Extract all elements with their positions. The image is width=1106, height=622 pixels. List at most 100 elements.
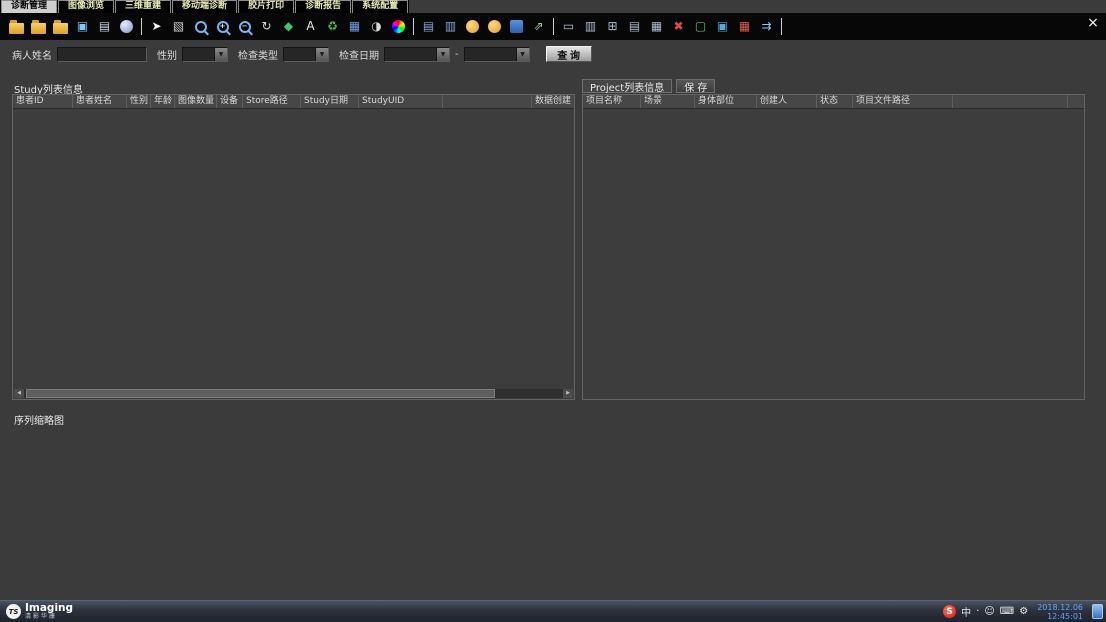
project-panel-title: Project列表信息 <box>582 79 672 93</box>
zoom-in-icon: + <box>217 21 229 33</box>
study-col-device: 设备 <box>217 95 243 108</box>
measure-coin-2-icon[interactable] <box>486 18 503 35</box>
project-table-header: 项目名称 场景 身体部位 创建人 状态 项目文件路径 <box>583 95 1084 109</box>
measure-coin-icon[interactable] <box>464 18 481 35</box>
rotate-icon[interactable]: ↻ <box>258 18 275 35</box>
exam-type-select-value <box>284 48 315 61</box>
exam-type-select[interactable]: ▼ <box>283 47 329 62</box>
study-col-image-count: 图像数量 <box>175 95 217 108</box>
date-from-select[interactable]: ▼ <box>384 47 450 62</box>
system-tray: S中 · ☺ ⌨ ⚙ 2018.12.06 12:45:01 <box>943 603 1106 621</box>
project-col-scene: 场景 <box>641 95 695 108</box>
layout-1x1-icon[interactable]: ▭ <box>560 18 577 35</box>
scroll-right-arrow-icon[interactable]: ▶ <box>563 389 573 398</box>
zoom-in-icon[interactable]: + <box>214 18 231 35</box>
reload-3d-icon[interactable]: ◆ <box>280 18 297 35</box>
color-wheel-icon[interactable] <box>390 18 407 35</box>
layout-grid-icon[interactable]: ▦ <box>648 18 665 35</box>
measure-coin-icon <box>466 20 479 33</box>
media-cd-icon <box>120 20 133 33</box>
chevron-down-icon[interactable]: ▼ <box>436 48 449 61</box>
gender-select[interactable]: ▼ <box>182 47 228 62</box>
open-study-folder-icon[interactable] <box>30 18 47 35</box>
date-to-select[interactable]: ▼ <box>464 47 530 62</box>
taskbar-clock[interactable]: 2018.12.06 12:45:01 <box>1037 603 1083 621</box>
soft-keyboard-icon[interactable]: ⌨ <box>1000 606 1014 617</box>
notebook-icon[interactable] <box>508 18 525 35</box>
image-viewer-icon[interactable]: ▣ <box>74 18 91 35</box>
toolbar-separator <box>781 18 782 35</box>
notebook-icon <box>510 20 523 33</box>
toolbar-group: ➤ ▧ +−↻ ◆ A ♻ ▦ ◑ <box>148 18 407 35</box>
project-col-creator: 创建人 <box>757 95 817 108</box>
layout-rows-icon[interactable]: ▤ <box>626 18 643 35</box>
close-button[interactable]: × <box>1085 15 1101 31</box>
chinese-mode-icon[interactable]: 中 <box>961 604 971 619</box>
contrast-icon[interactable]: ◑ <box>368 18 385 35</box>
chevron-down-icon[interactable]: ▼ <box>516 48 529 61</box>
layout-2x2-icon[interactable]: ⊞ <box>604 18 621 35</box>
taskbar-time: 12:45:01 <box>1037 612 1083 621</box>
scrollbar-thumb[interactable] <box>26 389 495 398</box>
magnifier-icon[interactable] <box>192 18 209 35</box>
sogou-input-icon[interactable]: S <box>943 605 956 618</box>
tab-system-config[interactable]: 系统配置 <box>352 0 408 13</box>
annotation-icon[interactable]: A <box>302 18 319 35</box>
save-button[interactable]: 保 存 <box>676 79 715 93</box>
layout-columns-icon[interactable]: ▥ <box>442 18 459 35</box>
study-col-patient-name: 患者姓名 <box>73 95 127 108</box>
scroll-left-arrow-icon[interactable]: ◀ <box>14 389 24 398</box>
pointer-icon[interactable]: ➤ <box>148 18 165 35</box>
open-folder-icon[interactable] <box>8 18 25 35</box>
delete-series-icon[interactable]: ▦ <box>736 18 753 35</box>
export-image-icon[interactable]: ⇗ <box>530 18 547 35</box>
delete-study-icon[interactable]: ✖ <box>670 18 687 35</box>
fullscreen-icon[interactable]: ▢ <box>692 18 709 35</box>
measure-coin-2-icon <box>488 20 501 33</box>
scrollbar-track[interactable] <box>24 389 563 398</box>
study-list-panel: 患者ID 患者姓名 性别 年龄 图像数量 设备 Store路径 Study日期 … <box>12 94 575 400</box>
tile-pattern-icon[interactable]: ▦ <box>346 18 363 35</box>
exam-date-label: 检查日期 <box>339 47 379 62</box>
toolbox-icon[interactable]: ⚙ <box>1019 606 1028 617</box>
chevron-down-icon[interactable]: ▼ <box>214 48 227 61</box>
tab-diagnosis-management[interactable]: 诊断管理 <box>1 0 57 13</box>
study-col-gender: 性别 <box>127 95 151 108</box>
emoji-icon[interactable]: ☺ <box>984 606 994 617</box>
patient-name-input[interactable] <box>57 47 147 62</box>
screen-capture-icon[interactable]: ▣ <box>714 18 731 35</box>
toolbar-groups: ▣ ▤ ➤ ▧ +−↻ ◆ A ♻ ▦ ◑ ▤ ▥ ⇗ ▭ ▥ ⊞ ▤ ▦ ✖ ▢ ▣ ▦ ⇉ <box>8 18 788 35</box>
magnifier-icon <box>195 21 207 33</box>
study-col-data-created: 数据创建 <box>532 95 574 108</box>
media-cd-icon[interactable] <box>118 18 135 35</box>
project-panel-toolbar: Project列表信息 保 存 <box>582 79 715 93</box>
zoom-out-icon: − <box>239 21 251 33</box>
date-to-value <box>465 48 516 61</box>
crop-select-icon[interactable]: ▧ <box>170 18 187 35</box>
project-col-file-path: 项目文件路径 <box>853 95 953 108</box>
query-button[interactable]: 查 询 <box>546 46 592 62</box>
tab-film-print[interactable]: 胶片打印 <box>238 0 294 13</box>
tab-mobile-diagnosis[interactable]: 移动端诊断 <box>172 0 237 13</box>
series-thumbnail-area <box>12 424 1085 594</box>
layout-1x2-icon[interactable]: ▥ <box>582 18 599 35</box>
toolbar-separator <box>553 18 554 35</box>
project-header-end-cell <box>1068 95 1084 108</box>
study-horizontal-scrollbar: ◀ ▶ <box>14 389 573 398</box>
taskbar-edge-icon[interactable] <box>1092 604 1103 619</box>
exam-type-label: 检查类型 <box>238 47 278 62</box>
study-col-patient-id: 患者ID <box>13 95 73 108</box>
tab-diagnosis-report[interactable]: 诊断报告 <box>295 0 351 13</box>
layout-stack-icon[interactable]: ▤ <box>420 18 437 35</box>
chevron-down-icon[interactable]: ▼ <box>315 48 328 61</box>
refresh-icon[interactable]: ♻ <box>324 18 341 35</box>
film-strip-icon[interactable]: ▤ <box>96 18 113 35</box>
import-folder-icon[interactable] <box>52 18 69 35</box>
punctuation-icon[interactable]: · <box>976 606 979 617</box>
transfer-send-icon[interactable]: ⇉ <box>758 18 775 35</box>
zoom-out-icon[interactable]: − <box>236 18 253 35</box>
open-study-folder-icon <box>31 23 46 34</box>
tab-image-browse[interactable]: 图像浏览 <box>58 0 114 13</box>
filter-bar: 病人姓名 性别 ▼ 检查类型 ▼ 检查日期 ▼ - ▼ 查 询 <box>12 46 592 62</box>
tab-3d-reconstruction[interactable]: 三维重建 <box>115 0 171 13</box>
